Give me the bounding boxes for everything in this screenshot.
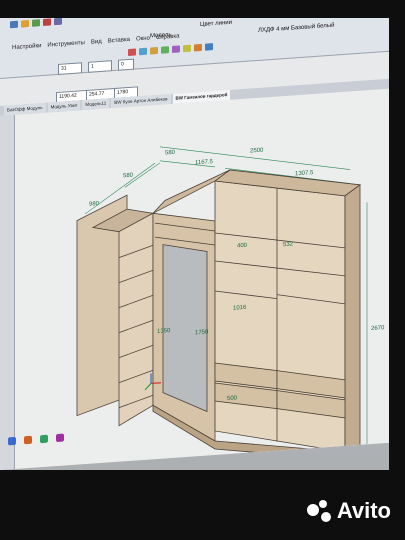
monitor-bezel xyxy=(0,0,405,540)
avito-logo-icon xyxy=(306,500,333,522)
avito-logo-text: Avito xyxy=(336,498,391,523)
avito-watermark: Avito xyxy=(306,498,391,524)
